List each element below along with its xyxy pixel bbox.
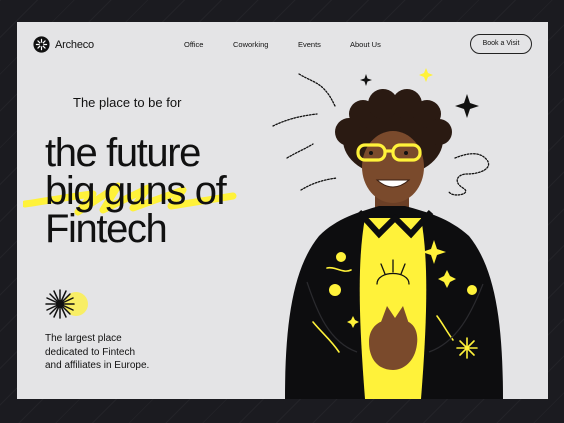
person-illustration — [285, 89, 503, 399]
headline-line-3: Fintech — [45, 207, 168, 251]
sparkle-icon — [360, 74, 372, 86]
sparkle-large-icon — [455, 94, 479, 118]
sparkle-yellow-icon — [419, 68, 433, 82]
hero-headline: the future big guns of Fintech — [45, 131, 227, 251]
headline-line-1: the future — [45, 131, 201, 175]
headline-line-2: big guns of — [45, 169, 227, 213]
landing-page: Archeco Office Coworking Events About Us… — [17, 22, 548, 399]
